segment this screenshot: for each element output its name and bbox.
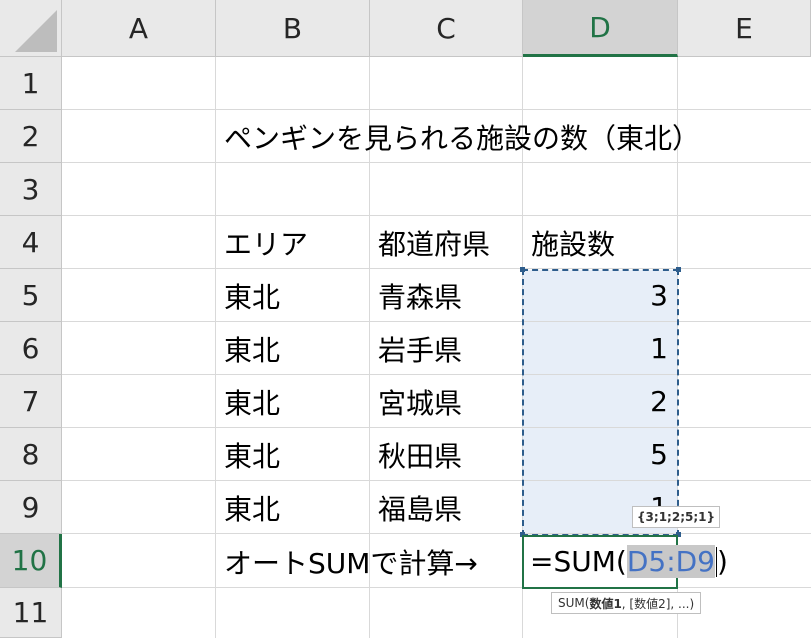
signature-prefix: SUM(: [558, 596, 590, 610]
formula-prefix: =SUM(: [530, 545, 627, 578]
row-header-4[interactable]: 4: [0, 216, 62, 269]
row-header-1[interactable]: 1: [0, 57, 62, 110]
formula-editor[interactable]: =SUM(D5:D9): [530, 535, 728, 588]
row-header-9[interactable]: 9: [0, 481, 62, 534]
area-cell[interactable]: 東北: [216, 481, 280, 534]
signature-current-arg: 数値1: [589, 596, 622, 611]
header-area[interactable]: エリア: [216, 216, 308, 269]
column-header-b[interactable]: B: [216, 0, 370, 57]
range-handle[interactable]: [520, 267, 525, 272]
area-cell[interactable]: 東北: [216, 375, 280, 428]
column-header-a[interactable]: A: [62, 0, 216, 57]
area-cell[interactable]: 東北: [216, 428, 280, 481]
row-header-6[interactable]: 6: [0, 322, 62, 375]
formula-range-reference[interactable]: D5:D9: [626, 545, 715, 578]
column-header-c[interactable]: C: [370, 0, 523, 57]
row-header-8[interactable]: 8: [0, 428, 62, 481]
column-header-d[interactable]: D: [523, 0, 678, 57]
row-header-3[interactable]: 3: [0, 163, 62, 216]
column-header-e[interactable]: E: [678, 0, 811, 57]
range-handle[interactable]: [676, 267, 681, 272]
select-all-corner[interactable]: [0, 0, 62, 57]
formula-suffix: ): [717, 545, 728, 578]
signature-rest: , [数値2], ...): [621, 596, 695, 611]
range-values-tooltip: {3;1;2;5;1}: [632, 506, 721, 528]
prefecture-cell[interactable]: 青森県: [370, 269, 462, 322]
select-all-triangle-icon: [15, 10, 57, 52]
sheet-title[interactable]: ペンギンを見られる施設の数（東北）: [216, 110, 700, 163]
autosum-label[interactable]: オートSUMで計算→: [216, 535, 478, 588]
area-cell[interactable]: 東北: [216, 322, 280, 375]
header-prefecture[interactable]: 都道府県: [370, 216, 490, 269]
area-cell[interactable]: 東北: [216, 269, 280, 322]
row-header-11[interactable]: 11: [0, 588, 62, 638]
range-selection-marquee: [522, 269, 679, 536]
row-header-2[interactable]: 2: [0, 110, 62, 163]
prefecture-cell[interactable]: 秋田県: [370, 428, 462, 481]
prefecture-cell[interactable]: 宮城県: [370, 375, 462, 428]
row-header-5[interactable]: 5: [0, 269, 62, 322]
prefecture-cell[interactable]: 岩手県: [370, 322, 462, 375]
row-header-7[interactable]: 7: [0, 375, 62, 428]
header-count[interactable]: 施設数: [523, 216, 615, 269]
function-signature-tooltip[interactable]: SUM(数値1, [数値2], ...): [551, 592, 702, 614]
prefecture-cell[interactable]: 福島県: [370, 481, 462, 534]
row-header-10[interactable]: 10: [0, 534, 62, 588]
